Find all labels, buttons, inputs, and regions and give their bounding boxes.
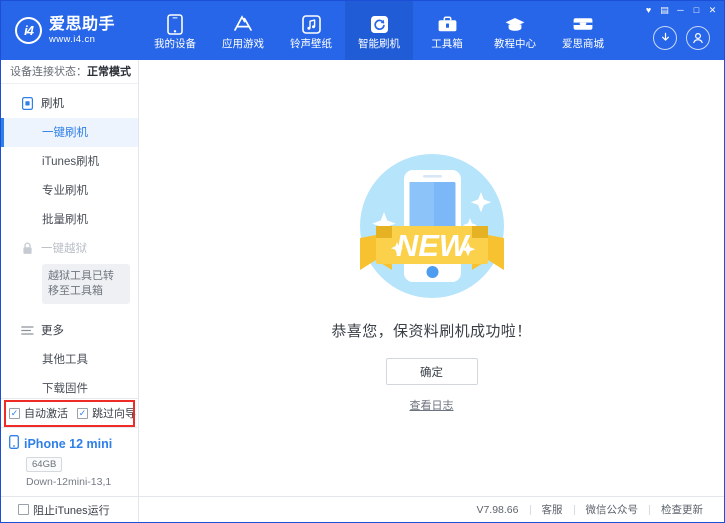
customer-service-link[interactable]: 客服 (531, 502, 574, 517)
refresh-icon (368, 13, 390, 35)
nav-item-smart-flash[interactable]: 智能刷机 (345, 1, 413, 60)
new-badge-phone-illustration: NEW (342, 134, 522, 314)
nav-item-toolbox[interactable]: 工具箱 (413, 1, 481, 60)
maximize-icon[interactable]: □ (689, 3, 704, 17)
device-identifier: Down-12mini-13,1 (26, 476, 130, 488)
nav-item-store[interactable]: 爱思商城 (549, 1, 617, 60)
device-phone-icon (9, 435, 19, 452)
main-nav: 我的设备 应用游戏 铃声壁纸 智能刷机 (141, 1, 617, 60)
checkbox-label: 跳过向导 (92, 405, 136, 421)
nav-label: 应用游戏 (222, 38, 264, 50)
list-menu-icon (21, 324, 34, 337)
graduation-cap-icon (504, 13, 526, 35)
success-headline: 恭喜您，保资料刷机成功啦！ (331, 320, 531, 341)
menu-icon[interactable]: ▤ (657, 3, 672, 17)
device-connection-status-label: 设备连接状态： (10, 63, 87, 79)
toolbox-icon (436, 13, 458, 35)
flash-phone-icon (21, 97, 34, 110)
device-capacity-badge: 64GB (26, 457, 62, 472)
logo-mark-icon: i4 (15, 17, 42, 44)
sidebar-item-label: 批量刷机 (42, 211, 88, 227)
logo-title: 爱思助手 (49, 16, 115, 34)
checkbox-label: 阻止iTunes运行 (33, 502, 110, 518)
phone-icon (164, 13, 186, 35)
sidebar-item-label: 专业刷机 (42, 182, 88, 198)
sidebar: 设备连接状态：正常模式 刷机 一键刷机 iTunes刷机 专业刷机 (1, 60, 139, 496)
wechat-official-link[interactable]: 微信公众号 (575, 502, 650, 517)
spacer (1, 308, 138, 316)
device-name: iPhone 12 mini (24, 437, 112, 451)
app-window: i4 爱思助手 www.i4.cn 我的设备 应用游戏 (0, 0, 725, 523)
nav-item-apps-games[interactable]: 应用游戏 (209, 1, 277, 60)
view-log-link[interactable]: 查看日志 (410, 397, 454, 413)
window-controls: ♥ ▤ ─ □ ✕ (641, 3, 720, 17)
device-connection-status: 设备连接状态：正常模式 (1, 60, 138, 84)
sidebar-item-other-tools[interactable]: 其他工具 (1, 345, 138, 374)
sidebar-group-jailbreak: 一键越狱 (1, 234, 138, 263)
checkbox-label: 自动激活 (24, 405, 68, 421)
sidebar-item-one-key-flash[interactable]: 一键刷机 (1, 118, 138, 147)
app-header: i4 爱思助手 www.i4.cn 我的设备 应用游戏 (1, 1, 724, 60)
sidebar-group-flash[interactable]: 刷机 (1, 89, 138, 118)
sidebar-item-download-firmware[interactable]: 下载固件 (1, 374, 138, 398)
download-icon[interactable] (653, 26, 677, 50)
checkbox-checked-icon: ✓ (9, 408, 20, 419)
nav-label: 工具箱 (431, 38, 463, 50)
check-update-link[interactable]: 检查更新 (650, 502, 714, 517)
status-bar: 阻止iTunes运行 V7.98.66 客服 微信公众号 检查更新 (1, 496, 724, 522)
device-name-row: iPhone 12 mini (9, 435, 130, 452)
nav-item-ringtones-wallpaper[interactable]: 铃声壁纸 (277, 1, 345, 60)
nav-label: 智能刷机 (358, 38, 400, 50)
block-itunes-wrap: 阻止iTunes运行 (1, 497, 139, 522)
nav-item-tutorial-center[interactable]: 教程中心 (481, 1, 549, 60)
close-icon[interactable]: ✕ (705, 3, 720, 17)
checkbox-skip-wizard[interactable]: ✓ 跳过向导 (77, 405, 136, 421)
store-icon (572, 13, 594, 35)
checkbox-auto-activate[interactable]: ✓ 自动激活 (9, 405, 68, 421)
nav-item-my-device[interactable]: 我的设备 (141, 1, 209, 60)
logo-text: 爱思助手 www.i4.cn (49, 16, 115, 46)
sidebar-group-label: 更多 (41, 322, 64, 338)
checkbox-checked-icon: ✓ (77, 408, 88, 419)
device-connection-status-value: 正常模式 (87, 63, 131, 79)
sidebar-group-label: 刷机 (41, 95, 64, 111)
sidebar-item-label: 其他工具 (42, 351, 88, 367)
theme-icon[interactable]: ♥ (641, 3, 656, 17)
sidebar-item-label: 下载固件 (42, 380, 88, 396)
badge-text-label: NEW (395, 228, 470, 263)
sidebar-item-label: 一键刷机 (42, 124, 88, 140)
sidebar-options-row: ✓ 自动激活 ✓ 跳过向导 (1, 398, 138, 427)
sidebar-item-pro-flash[interactable]: 专业刷机 (1, 176, 138, 205)
user-icon[interactable] (686, 26, 710, 50)
logo-subtitle: www.i4.cn (49, 34, 115, 46)
sidebar-nav: 刷机 一键刷机 iTunes刷机 专业刷机 批量刷机 (1, 84, 138, 398)
sidebar-item-itunes-flash[interactable]: iTunes刷机 (1, 147, 138, 176)
status-bar-links: V7.98.66 客服 微信公众号 检查更新 (465, 502, 714, 517)
nav-label: 我的设备 (154, 38, 196, 50)
jailbreak-moved-tooltip: 越狱工具已转移至工具箱 (42, 264, 130, 304)
version-label: V7.98.66 (465, 504, 529, 516)
music-icon (300, 13, 322, 35)
checkbox-unchecked-icon (18, 504, 29, 515)
sidebar-item-batch-flash[interactable]: 批量刷机 (1, 205, 138, 234)
body: 设备连接状态：正常模式 刷机 一键刷机 iTunes刷机 专业刷机 (1, 60, 724, 496)
main-content: NEW 恭喜您，保资料刷机成功啦！ 确定 查看日志 (139, 60, 724, 496)
nav-label: 爱思商城 (562, 38, 604, 50)
sidebar-group-label: 一键越狱 (41, 240, 87, 256)
confirm-button[interactable]: 确定 (386, 358, 478, 385)
lock-icon (21, 242, 34, 255)
minimize-icon[interactable]: ─ (673, 3, 688, 17)
nav-label: 铃声壁纸 (290, 38, 332, 50)
brand-logo[interactable]: i4 爱思助手 www.i4.cn (1, 1, 141, 60)
checkbox-block-itunes[interactable]: 阻止iTunes运行 (18, 502, 110, 518)
appstore-icon (232, 13, 254, 35)
sidebar-group-more[interactable]: 更多 (1, 316, 138, 345)
sidebar-item-label: iTunes刷机 (42, 153, 99, 169)
nav-label: 教程中心 (494, 38, 536, 50)
device-info[interactable]: iPhone 12 mini 64GB Down-12mini-13,1 (1, 427, 138, 496)
